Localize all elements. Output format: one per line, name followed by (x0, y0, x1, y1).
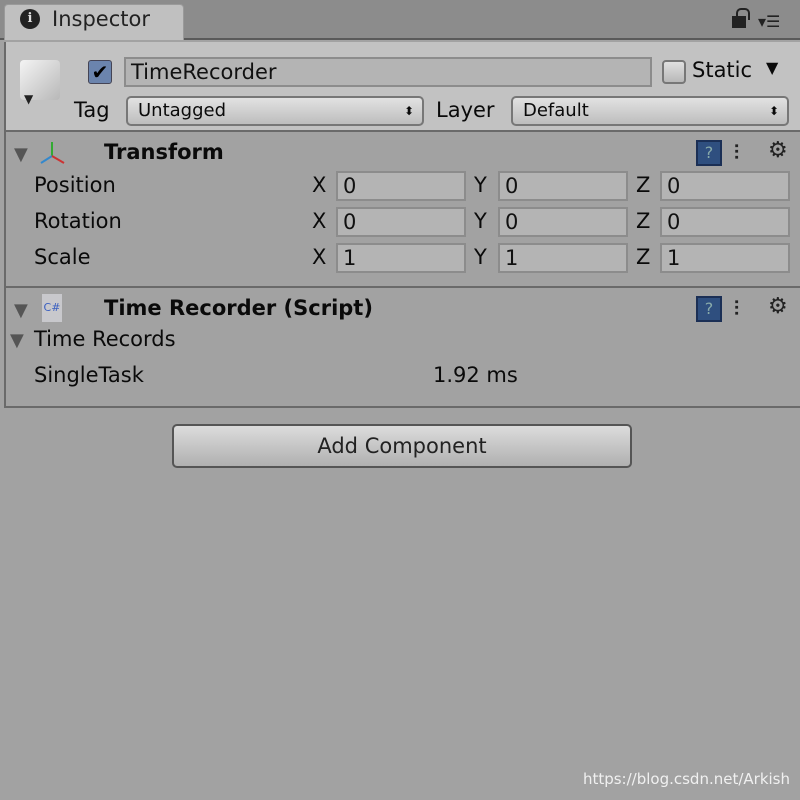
record-label: SingleTask (34, 363, 144, 387)
add-component-button[interactable]: Add Component (172, 424, 632, 468)
tag-label: Tag (74, 98, 110, 122)
scale-label: Scale (34, 245, 91, 269)
watermark: https://blog.csdn.net/Arkish (582, 770, 790, 788)
static-checkbox[interactable] (662, 60, 686, 84)
layer-value: Default (523, 100, 589, 121)
axis-label-y[interactable]: Y (474, 173, 487, 197)
name-field[interactable]: TimeRecorder (124, 57, 652, 87)
checkmark-icon: ✔ (91, 60, 109, 84)
position-x-field[interactable]: 0 (336, 171, 466, 201)
time-records-foldout[interactable]: Time Records (34, 327, 176, 351)
rotation-y-field[interactable]: 0 (498, 207, 628, 237)
csharp-script-icon: C# (42, 294, 62, 322)
transform-title: Transform (104, 140, 224, 164)
axis-label-y[interactable]: Y (474, 245, 487, 269)
preset-icon[interactable]: ⫶ (734, 140, 739, 164)
foldout-arrow-icon[interactable]: ▼ (14, 300, 28, 321)
layer-dropdown[interactable]: Default ⬍ (511, 96, 789, 126)
transform-axes-icon (40, 142, 65, 164)
axis-label-z[interactable]: Z (636, 209, 650, 233)
tab-label: Inspector (52, 7, 150, 31)
help-icon[interactable]: ? (696, 140, 722, 166)
info-icon: i (20, 9, 40, 29)
rotation-x-field[interactable]: 0 (336, 207, 466, 237)
position-y-field[interactable]: 0 (498, 171, 628, 201)
record-value: 1.92 ms (433, 363, 518, 387)
static-label: Static (692, 58, 753, 82)
lock-icon[interactable] (732, 8, 750, 28)
gear-icon[interactable]: ⚙ (768, 294, 788, 319)
help-icon[interactable]: ? (696, 296, 722, 322)
scale-z-field[interactable]: 1 (660, 243, 790, 273)
axis-label-z[interactable]: Z (636, 173, 650, 197)
foldout-arrow-icon[interactable]: ▼ (10, 330, 24, 351)
foldout-arrow-icon[interactable]: ▼ (14, 144, 28, 165)
axis-label-z[interactable]: Z (636, 245, 650, 269)
layer-label: Layer (436, 98, 495, 122)
updown-arrow-icon: ⬍ (768, 104, 779, 118)
scale-y-field[interactable]: 1 (498, 243, 628, 273)
axis-label-y[interactable]: Y (474, 209, 487, 233)
axis-label-x[interactable]: X (312, 173, 326, 197)
gear-icon[interactable]: ⚙ (768, 138, 788, 163)
scale-x-field[interactable]: 1 (336, 243, 466, 273)
rotation-z-field[interactable]: 0 (660, 207, 790, 237)
axis-label-x[interactable]: X (312, 245, 326, 269)
active-checkbox[interactable]: ✔ (88, 60, 112, 84)
static-dropdown-arrow-icon[interactable]: ▼ (766, 58, 778, 77)
rotation-label: Rotation (34, 209, 122, 233)
preset-icon[interactable]: ⫶ (734, 296, 739, 320)
position-z-field[interactable]: 0 (660, 171, 790, 201)
axis-label-x[interactable]: X (312, 209, 326, 233)
updown-arrow-icon: ⬍ (403, 104, 414, 118)
script-title: Time Recorder (Script) (104, 296, 373, 320)
dropdown-arrow-icon: ▼ (24, 92, 34, 106)
tag-value: Untagged (138, 100, 227, 121)
tag-dropdown[interactable]: Untagged ⬍ (126, 96, 424, 126)
position-label: Position (34, 173, 116, 197)
menu-icon[interactable]: ▾☰ (758, 12, 780, 31)
